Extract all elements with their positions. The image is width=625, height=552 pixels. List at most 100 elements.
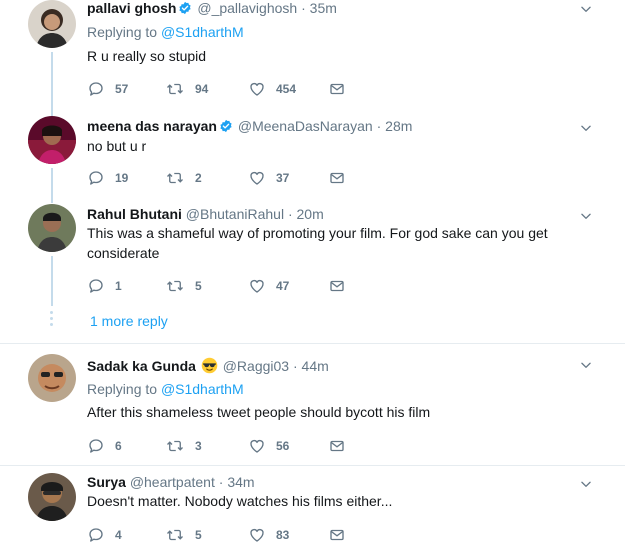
like-button[interactable]: 56 bbox=[248, 436, 289, 456]
tweet[interactable]: Sadak ka Gunda @Raggi03 · 44m Replying t… bbox=[0, 352, 625, 462]
divider bbox=[0, 465, 625, 466]
user-handle[interactable]: @Raggi03 bbox=[223, 358, 289, 374]
dm-button[interactable] bbox=[328, 79, 346, 99]
replying-to-label: Replying to bbox=[87, 381, 158, 397]
retweet-button[interactable]: 5 bbox=[165, 276, 202, 296]
user-handle[interactable]: @MeenaDasNarayan bbox=[238, 118, 373, 134]
timestamp[interactable]: 34m bbox=[227, 474, 254, 490]
avatar[interactable] bbox=[28, 116, 76, 164]
replying-to-link[interactable]: @S1dharthM bbox=[161, 381, 244, 397]
display-name[interactable]: Rahul Bhutani bbox=[87, 206, 182, 222]
reply-count: 4 bbox=[115, 528, 122, 542]
display-name[interactable]: pallavi ghosh bbox=[87, 0, 176, 16]
retweet-count: 2 bbox=[195, 171, 202, 185]
like-button[interactable]: 37 bbox=[248, 168, 289, 188]
timestamp[interactable]: 20m bbox=[297, 206, 324, 222]
separator: · bbox=[292, 358, 298, 374]
like-button[interactable]: 83 bbox=[248, 525, 289, 545]
retweet-count: 94 bbox=[195, 82, 209, 96]
retweet-count: 3 bbox=[195, 439, 202, 453]
like-icon bbox=[248, 277, 266, 295]
retweet-button[interactable]: 3 bbox=[165, 436, 202, 456]
reply-icon bbox=[87, 169, 105, 187]
dm-icon bbox=[328, 437, 346, 455]
caret-down-icon[interactable] bbox=[579, 358, 593, 372]
display-name[interactable]: Surya bbox=[87, 474, 126, 490]
like-icon bbox=[248, 80, 266, 98]
dm-icon bbox=[328, 80, 346, 98]
caret-down-icon[interactable] bbox=[579, 477, 593, 491]
tweet[interactable]: Surya @heartpatent · 34m Doesn't matter.… bbox=[0, 471, 625, 552]
reply-button[interactable]: 57 bbox=[87, 79, 128, 99]
tweet-header: pallavi ghosh @_pallavighosh · 35m bbox=[87, 0, 337, 19]
tweet-text: After this shameless tweet people should… bbox=[87, 404, 431, 420]
retweet-icon bbox=[165, 526, 185, 544]
separator: · bbox=[376, 118, 382, 134]
retweet-count: 5 bbox=[195, 528, 202, 542]
tweet-actions: 19 2 37 bbox=[87, 168, 387, 188]
user-handle[interactable]: @BhutaniRahul bbox=[186, 206, 284, 222]
divider bbox=[0, 343, 625, 344]
tweet[interactable]: Rahul Bhutani @BhutaniRahul · 20m This w… bbox=[0, 204, 625, 304]
tweet[interactable]: pallavi ghosh @_pallavighosh · 35m Reply… bbox=[0, 0, 625, 110]
dm-button[interactable] bbox=[328, 436, 346, 456]
like-count: 37 bbox=[276, 171, 290, 185]
thread-dots bbox=[50, 311, 54, 331]
verified-badge-icon bbox=[178, 1, 192, 19]
caret-down-icon[interactable] bbox=[579, 121, 593, 135]
tweet-header: meena das narayan @MeenaDasNarayan · 28m bbox=[87, 118, 412, 137]
retweet-count: 5 bbox=[195, 279, 202, 293]
reply-button[interactable]: 19 bbox=[87, 168, 128, 188]
like-button[interactable]: 47 bbox=[248, 276, 289, 296]
display-name[interactable]: Sadak ka Gunda bbox=[87, 358, 196, 374]
user-handle[interactable]: @_pallavighosh bbox=[197, 0, 297, 16]
replying-to: Replying to @S1dharthM bbox=[87, 24, 244, 41]
dm-button[interactable] bbox=[328, 525, 346, 545]
dm-icon bbox=[328, 277, 346, 295]
like-count: 56 bbox=[276, 439, 290, 453]
like-icon bbox=[248, 526, 266, 544]
retweet-button[interactable]: 5 bbox=[165, 525, 202, 545]
avatar[interactable] bbox=[28, 204, 76, 252]
tweet-header: Rahul Bhutani @BhutaniRahul · 20m bbox=[87, 206, 324, 223]
user-handle[interactable]: @heartpatent bbox=[130, 474, 215, 490]
like-icon bbox=[248, 169, 266, 187]
timestamp[interactable]: 44m bbox=[302, 358, 329, 374]
reply-count: 6 bbox=[115, 439, 122, 453]
like-button[interactable]: 454 bbox=[248, 79, 296, 99]
retweet-button[interactable]: 2 bbox=[165, 168, 202, 188]
timestamp[interactable]: 28m bbox=[385, 118, 412, 134]
reply-icon bbox=[87, 526, 105, 544]
like-count: 83 bbox=[276, 528, 290, 542]
reply-button[interactable]: 4 bbox=[87, 525, 122, 545]
caret-down-icon[interactable] bbox=[579, 2, 593, 16]
timestamp[interactable]: 35m bbox=[310, 0, 337, 16]
tweet-actions: 4 5 83 bbox=[87, 525, 387, 545]
reply-count: 19 bbox=[115, 171, 129, 185]
reply-button[interactable]: 6 bbox=[87, 436, 122, 456]
dm-button[interactable] bbox=[328, 276, 346, 296]
reply-button[interactable]: 1 bbox=[87, 276, 122, 296]
tweet-text: R u really so stupid bbox=[87, 48, 207, 64]
tweet-header: Surya @heartpatent · 34m bbox=[87, 474, 255, 491]
dm-icon bbox=[328, 169, 346, 187]
retweet-button[interactable]: 94 bbox=[165, 79, 208, 99]
caret-down-icon[interactable] bbox=[579, 209, 593, 223]
avatar[interactable] bbox=[28, 354, 76, 402]
more-replies-link[interactable]: 1 more reply bbox=[90, 313, 168, 330]
verified-badge-icon bbox=[219, 119, 233, 137]
tweet[interactable]: meena das narayan @MeenaDasNarayan · 28m… bbox=[0, 116, 625, 196]
retweet-icon bbox=[165, 80, 185, 98]
dm-button[interactable] bbox=[328, 168, 346, 188]
display-name[interactable]: meena das narayan bbox=[87, 118, 217, 134]
separator: · bbox=[301, 0, 306, 16]
replying-to-link[interactable]: @S1dharthM bbox=[161, 24, 244, 40]
separator: · bbox=[218, 474, 224, 490]
sunglasses-emoji-icon bbox=[201, 357, 218, 378]
reply-icon bbox=[87, 437, 105, 455]
reply-count: 1 bbox=[115, 279, 122, 293]
tweet-actions: 6 3 56 bbox=[87, 436, 387, 456]
avatar[interactable] bbox=[28, 473, 76, 521]
avatar[interactable] bbox=[28, 0, 76, 48]
reply-count: 57 bbox=[115, 82, 129, 96]
